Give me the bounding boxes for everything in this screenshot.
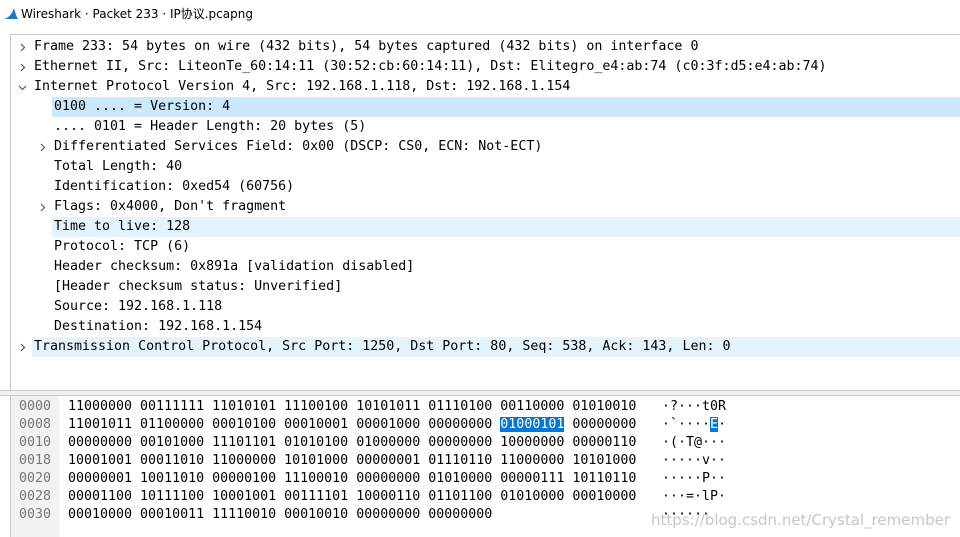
tree-row[interactable]: Flags: 0x4000, Don't fragment xyxy=(11,197,960,217)
byte-offset: 0010 xyxy=(19,435,52,450)
bytes-row: 0010 00000000 00101000 11101101 01010100 … xyxy=(11,434,951,452)
tree-row-label: .... 0101 = Header Length: 20 bytes (5) xyxy=(54,119,367,134)
tree-row-label: Frame 233: 54 bytes on wire (432 bits), … xyxy=(34,39,699,54)
tree-row[interactable]: Header checksum: 0x891a [validation disa… xyxy=(11,257,960,277)
bits-text: 11000000 00111111 11010101 11100100 1010… xyxy=(68,399,637,414)
tree-row[interactable]: Ethernet II, Src: LiteonTe_60:14:11 (30:… xyxy=(11,57,960,77)
byte-offset: 0000 xyxy=(19,399,52,414)
bytes-row: 0020 00000001 10011010 00000100 11100010 … xyxy=(11,470,951,488)
ascii-text: · xyxy=(718,417,727,432)
ascii-field[interactable]: ···=·lP· xyxy=(662,488,726,506)
bits-field[interactable]: 11001011 01100000 00010100 00010001 0000… xyxy=(68,416,636,434)
tree-row-label: Protocol: TCP (6) xyxy=(54,239,191,254)
tree-row[interactable]: Total Length: 40 xyxy=(11,157,960,177)
tree-row[interactable]: Protocol: TCP (6) xyxy=(11,237,960,257)
ascii-text: ·(·T@··· xyxy=(662,435,727,450)
ascii-field[interactable]: ·?···t0R xyxy=(662,398,726,416)
tree-row-label: Header checksum: 0x891a [validation disa… xyxy=(54,259,415,274)
watermark: https://blog.csdn.net/Crystal_remember xyxy=(651,511,950,529)
bits-field[interactable]: 11000000 00111111 11010101 11100100 1010… xyxy=(68,398,636,416)
bits-field[interactable]: 00000001 10011010 00000100 11100010 0000… xyxy=(68,470,636,488)
bits-text: 00000001 10011010 00000100 11100010 0000… xyxy=(68,471,637,486)
byte-offset: 0030 xyxy=(19,507,52,522)
tree-row-label: Internet Protocol Version 4, Src: 192.16… xyxy=(34,79,571,94)
bits-text: 00000000 00101000 11101101 01010100 0100… xyxy=(68,435,637,450)
bits-text: 00000000 xyxy=(564,417,637,432)
bits-field[interactable]: 00001100 10111100 10001001 00111101 1000… xyxy=(68,488,636,506)
selected-byte[interactable]: 01000101 xyxy=(500,417,565,432)
chevron-right-icon[interactable] xyxy=(15,37,29,57)
tree-row-label: Identification: 0xed54 (60756) xyxy=(54,179,295,194)
tree-row[interactable]: [Header checksum status: Unverified] xyxy=(11,277,960,297)
bytes-row: 0008 11001011 01100000 00010100 00010001 … xyxy=(11,416,951,434)
ascii-text: ·····v·· xyxy=(662,453,727,468)
tree-row[interactable]: Transmission Control Protocol, Src Port:… xyxy=(11,337,960,357)
tree-row[interactable]: 0100 .... = Version: 4 xyxy=(11,97,960,117)
tree-row-label: Flags: 0x4000, Don't fragment xyxy=(54,199,287,214)
ascii-field[interactable]: ·····v·· xyxy=(662,452,726,470)
byte-offset: 0008 xyxy=(19,417,52,432)
bits-text: 00001100 10111100 10001001 00111101 1000… xyxy=(68,489,637,504)
tree-row-label: Differentiated Services Field: 0x00 (DSC… xyxy=(54,139,543,154)
bits-field[interactable]: 00010000 00010011 11110010 00010010 0000… xyxy=(68,506,492,524)
bits-text: 10001001 00011010 11000000 10101000 0000… xyxy=(68,453,637,468)
tree-row[interactable]: Differentiated Services Field: 0x00 (DSC… xyxy=(11,137,960,157)
tree-row-label: [Header checksum status: Unverified] xyxy=(54,279,343,294)
chevron-right-icon[interactable] xyxy=(35,197,49,217)
ascii-field[interactable]: ·(·T@··· xyxy=(662,434,726,452)
tree-row[interactable]: Frame 233: 54 bytes on wire (432 bits), … xyxy=(11,37,960,57)
ascii-field[interactable]: ·····P·· xyxy=(662,470,726,488)
row-highlight xyxy=(52,157,960,177)
chevron-right-icon[interactable] xyxy=(35,137,49,157)
ascii-text: ·`···· xyxy=(662,417,711,432)
bytes-row: 0028 00001100 10111100 10001001 00111101 … xyxy=(11,488,951,506)
tree-row-label: Transmission Control Protocol, Src Port:… xyxy=(34,339,731,354)
tree-row-label: Time to live: 128 xyxy=(54,219,191,234)
chevron-right-icon[interactable] xyxy=(15,337,29,357)
tree-row-label: Source: 192.168.1.118 xyxy=(54,299,223,314)
byte-offset: 0020 xyxy=(19,471,52,486)
tree-row[interactable]: .... 0101 = Header Length: 20 bytes (5) xyxy=(11,117,960,137)
chevron-right-icon[interactable] xyxy=(15,57,29,77)
bits-field[interactable]: 10001001 00011010 11000000 10101000 0000… xyxy=(68,452,636,470)
tree-row-label: Ethernet II, Src: LiteonTe_60:14:11 (30:… xyxy=(34,59,827,74)
bytes-row: 0018 10001001 00011010 11000000 10101000 … xyxy=(11,452,951,470)
ascii-field[interactable]: ·`····E· xyxy=(662,416,726,434)
tree-row-label: 0100 .... = Version: 4 xyxy=(54,99,231,114)
bits-field[interactable]: 00000000 00101000 11101101 01010100 0100… xyxy=(68,434,636,452)
window-title: Wireshark · Packet 233 · IP协议.pcapng xyxy=(21,6,253,21)
byte-offset: 0028 xyxy=(19,489,52,504)
tree-row[interactable]: Identification: 0xed54 (60756) xyxy=(11,177,960,197)
window-titlebar: Wireshark · Packet 233 · IP协议.pcapng xyxy=(0,0,960,26)
chevron-down-icon[interactable] xyxy=(15,77,29,97)
tree-row[interactable]: Internet Protocol Version 4, Src: 192.16… xyxy=(11,77,960,97)
bits-text: 11001011 01100000 00010100 00010001 0000… xyxy=(68,417,501,432)
packet-details-tree[interactable]: Frame 233: 54 bytes on wire (432 bits), … xyxy=(10,34,960,390)
byte-offset: 0018 xyxy=(19,453,52,468)
tree-row[interactable]: Time to live: 128 xyxy=(11,217,960,237)
tree-row[interactable]: Destination: 192.168.1.154 xyxy=(11,317,960,337)
wireshark-fin-icon xyxy=(4,8,18,19)
ascii-text: ·?···t0R xyxy=(662,399,727,414)
ascii-text: ···=·lP· xyxy=(662,489,727,504)
tree-row-label: Destination: 192.168.1.154 xyxy=(54,319,263,334)
bits-text: 00010000 00010011 11110010 00010010 0000… xyxy=(68,507,493,522)
tree-row[interactable]: Source: 192.168.1.118 xyxy=(11,297,960,317)
bytes-row: 0000 11000000 00111111 11010101 11100100 … xyxy=(11,398,951,416)
ascii-text: ·····P·· xyxy=(662,471,727,486)
selected-ascii[interactable]: E xyxy=(710,417,719,432)
tree-row-label: Total Length: 40 xyxy=(54,159,183,174)
